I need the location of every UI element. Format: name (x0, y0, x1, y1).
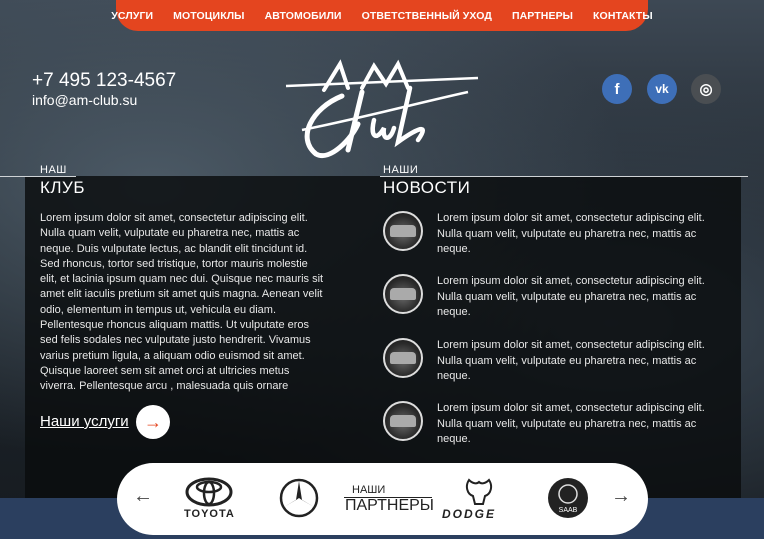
club-title: КЛУБ (40, 178, 86, 197)
mercedes-logo-icon[interactable] (279, 478, 319, 518)
news-item[interactable]: Lorem ipsum dolor sit amet, consectetur … (383, 274, 705, 322)
saab-label: SAAB (559, 507, 578, 514)
divider-right (380, 176, 748, 177)
nav-item-care[interactable]: ОТВЕТСТВЕННЫЙ УХОД (362, 10, 492, 22)
facebook-icon[interactable]: f (602, 74, 632, 104)
news-text: Lorem ipsum dolor sit amet, consectetur … (437, 275, 705, 318)
news-thumbnail[interactable] (383, 211, 423, 251)
email-address[interactable]: info@am-club.su (32, 92, 137, 108)
top-nav: УСЛУГИ МОТОЦИКЛЫ АВТОМОБИЛИ ОТВЕТСТВЕННЫ… (111, 0, 653, 31)
news-subtitle: НАШИ (383, 164, 419, 176)
news-text: Lorem ipsum dolor sit amet, consectetur … (437, 339, 705, 382)
phone-number[interactable]: +7 495 123-4567 (32, 70, 176, 92)
news-item[interactable]: Lorem ipsum dolor sit amet, consectetur … (383, 338, 705, 386)
nav-item-services[interactable]: УСЛУГИ (111, 10, 153, 22)
news-item[interactable]: Lorem ipsum dolor sit amet, consectetur … (383, 401, 705, 449)
divider-left (0, 176, 76, 177)
nav-item-contacts[interactable]: КОНТАКТЫ (593, 10, 653, 22)
nav-item-cars[interactable]: АВТОМОБИЛИ (265, 10, 342, 22)
dodge-label: DODGE (442, 507, 497, 521)
news-item[interactable]: Lorem ipsum dolor sit amet, consectetur … (383, 211, 705, 259)
club-description: Lorem ipsum dolor sit amet, consectetur … (40, 212, 324, 393)
saab-logo-icon[interactable]: SAAB (547, 477, 589, 519)
dodge-ram-icon[interactable] (465, 476, 493, 506)
news-thumbnail[interactable] (383, 401, 423, 441)
nav-item-motorcycles[interactable]: МОТОЦИКЛЫ (173, 10, 244, 22)
news-thumbnail[interactable] (383, 338, 423, 378)
partners-prev-button[interactable]: ← (133, 485, 153, 508)
partners-next-button[interactable]: → (611, 485, 631, 508)
toyota-label: TOYOTA (184, 508, 235, 520)
partners-title: ПАРТНЕРЫ (345, 497, 434, 514)
services-link[interactable]: Наши услуги (40, 413, 129, 430)
news-text: Lorem ipsum dolor sit amet, consectetur … (437, 212, 705, 255)
partners-subtitle: НАШИ (352, 484, 386, 496)
nav-item-partners[interactable]: ПАРТНЕРЫ (512, 10, 573, 22)
news-thumbnail[interactable] (383, 274, 423, 314)
services-arrow-button[interactable]: → (136, 405, 170, 439)
news-title: НОВОСТИ (383, 178, 471, 197)
toyota-logo-icon[interactable] (185, 477, 233, 507)
news-text: Lorem ipsum dolor sit amet, consectetur … (437, 402, 705, 445)
am-club-logo[interactable] (282, 58, 482, 162)
instagram-icon[interactable]: ◎ (691, 74, 721, 104)
club-subtitle: НАШ (40, 164, 67, 176)
vk-icon[interactable]: vk (647, 74, 677, 104)
